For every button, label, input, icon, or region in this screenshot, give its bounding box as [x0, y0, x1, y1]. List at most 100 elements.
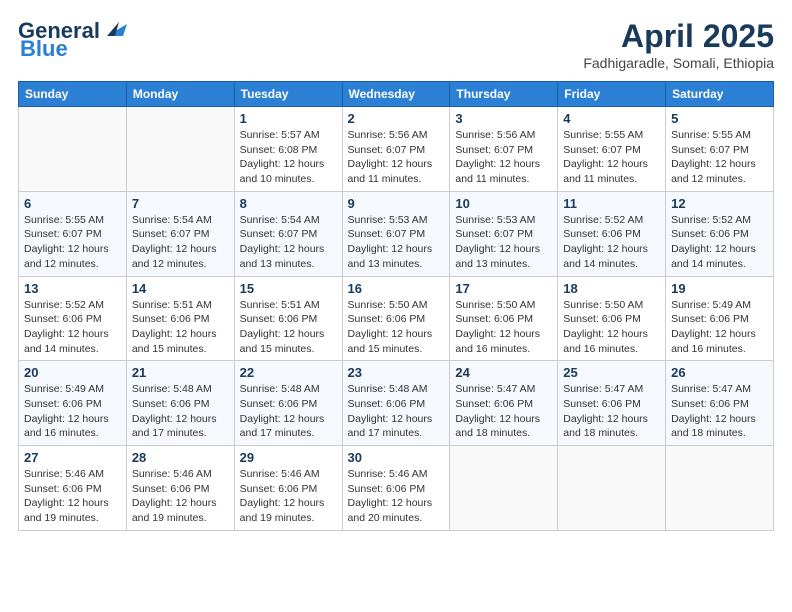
day-info: Sunrise: 5:48 AM Sunset: 6:06 PM Dayligh… [240, 382, 337, 441]
day-number: 16 [348, 281, 445, 296]
calendar-cell: 30 Sunrise: 5:46 AM Sunset: 6:06 PM Dayli… [342, 446, 450, 531]
day-info: Sunrise: 5:50 AM Sunset: 6:06 PM Dayligh… [563, 298, 660, 357]
calendar-cell: 20 Sunrise: 5:49 AM Sunset: 6:06 PM Dayli… [19, 361, 127, 446]
calendar-cell [558, 446, 666, 531]
calendar-cell: 13 Sunrise: 5:52 AM Sunset: 6:06 PM Dayli… [19, 276, 127, 361]
calendar-week-1: 1 Sunrise: 5:57 AM Sunset: 6:08 PM Daylig… [19, 107, 774, 192]
calendar-cell: 12 Sunrise: 5:52 AM Sunset: 6:06 PM Dayli… [666, 191, 774, 276]
calendar-cell: 22 Sunrise: 5:48 AM Sunset: 6:06 PM Dayli… [234, 361, 342, 446]
calendar-cell [450, 446, 558, 531]
calendar-cell: 15 Sunrise: 5:51 AM Sunset: 6:06 PM Dayli… [234, 276, 342, 361]
calendar-cell: 10 Sunrise: 5:53 AM Sunset: 6:07 PM Dayli… [450, 191, 558, 276]
day-info: Sunrise: 5:51 AM Sunset: 6:06 PM Dayligh… [132, 298, 229, 357]
calendar-cell: 11 Sunrise: 5:52 AM Sunset: 6:06 PM Dayli… [558, 191, 666, 276]
day-number: 30 [348, 450, 445, 465]
calendar-cell: 17Sunrise: 5:50 AM Sunset: 6:06 PM Dayli… [450, 276, 558, 361]
day-number: 9 [348, 196, 445, 211]
calendar-cell [666, 446, 774, 531]
calendar-cell: 1 Sunrise: 5:57 AM Sunset: 6:08 PM Daylig… [234, 107, 342, 192]
calendar-cell: 9 Sunrise: 5:53 AM Sunset: 6:07 PM Daylig… [342, 191, 450, 276]
day-number: 10 [455, 196, 552, 211]
day-info: Sunrise: 5:50 AM Sunset: 6:06 PM Dayligh… [455, 298, 552, 357]
day-info: Sunrise: 5:52 AM Sunset: 6:06 PM Dayligh… [24, 298, 121, 357]
day-number: 7 [132, 196, 229, 211]
day-info: Sunrise: 5:46 AM Sunset: 6:06 PM Dayligh… [132, 467, 229, 526]
day-info: Sunrise: 5:57 AM Sunset: 6:08 PM Dayligh… [240, 128, 337, 187]
calendar-cell: 28 Sunrise: 5:46 AM Sunset: 6:06 PM Dayli… [126, 446, 234, 531]
calendar-cell: 2 Sunrise: 5:56 AM Sunset: 6:07 PM Daylig… [342, 107, 450, 192]
calendar-cell: 27Sunrise: 5:46 AM Sunset: 6:06 PM Dayli… [19, 446, 127, 531]
day-info: Sunrise: 5:56 AM Sunset: 6:07 PM Dayligh… [455, 128, 552, 187]
day-number: 2 [348, 111, 445, 126]
day-info: Sunrise: 5:50 AM Sunset: 6:06 PM Dayligh… [348, 298, 445, 357]
day-info: Sunrise: 5:56 AM Sunset: 6:07 PM Dayligh… [348, 128, 445, 187]
day-number: 1 [240, 111, 337, 126]
calendar-cell: 4Sunrise: 5:55 AM Sunset: 6:07 PM Daylig… [558, 107, 666, 192]
day-header-saturday: Saturday [666, 82, 774, 107]
day-number: 11 [563, 196, 660, 211]
calendar-cell: 3Sunrise: 5:56 AM Sunset: 6:07 PM Daylig… [450, 107, 558, 192]
day-info: Sunrise: 5:49 AM Sunset: 6:06 PM Dayligh… [671, 298, 768, 357]
logo-icon [101, 18, 129, 40]
calendar-cell [126, 107, 234, 192]
day-number: 26 [671, 365, 768, 380]
day-info: Sunrise: 5:54 AM Sunset: 6:07 PM Dayligh… [132, 213, 229, 272]
day-info: Sunrise: 5:55 AM Sunset: 6:07 PM Dayligh… [24, 213, 121, 272]
calendar-cell: 18 Sunrise: 5:50 AM Sunset: 6:06 PM Dayli… [558, 276, 666, 361]
day-header-wednesday: Wednesday [342, 82, 450, 107]
day-info: Sunrise: 5:48 AM Sunset: 6:06 PM Dayligh… [348, 382, 445, 441]
day-info: Sunrise: 5:47 AM Sunset: 6:06 PM Dayligh… [563, 382, 660, 441]
title-block: April 2025 Fadhigaradle, Somali, Ethiopi… [583, 18, 774, 71]
calendar-header-row: SundayMondayTuesdayWednesdayThursdayFrid… [19, 82, 774, 107]
page: General Blue April 2025 Fadhigaradle, So… [0, 0, 792, 612]
day-number: 12 [671, 196, 768, 211]
calendar-cell: 19 Sunrise: 5:49 AM Sunset: 6:06 PM Dayli… [666, 276, 774, 361]
day-info: Sunrise: 5:53 AM Sunset: 6:07 PM Dayligh… [348, 213, 445, 272]
day-header-sunday: Sunday [19, 82, 127, 107]
day-number: 14 [132, 281, 229, 296]
day-number: 20 [24, 365, 121, 380]
day-number: 28 [132, 450, 229, 465]
day-info: Sunrise: 5:49 AM Sunset: 6:06 PM Dayligh… [24, 382, 121, 441]
day-header-friday: Friday [558, 82, 666, 107]
calendar-week-5: 27Sunrise: 5:46 AM Sunset: 6:06 PM Dayli… [19, 446, 774, 531]
day-number: 13 [24, 281, 121, 296]
logo-blue: Blue [20, 36, 68, 62]
calendar-cell: 16 Sunrise: 5:50 AM Sunset: 6:06 PM Dayli… [342, 276, 450, 361]
header: General Blue April 2025 Fadhigaradle, So… [18, 18, 774, 71]
logo: General Blue [18, 18, 129, 62]
day-number: 18 [563, 281, 660, 296]
day-number: 15 [240, 281, 337, 296]
day-number: 5 [671, 111, 768, 126]
day-number: 29 [240, 450, 337, 465]
day-info: Sunrise: 5:46 AM Sunset: 6:06 PM Dayligh… [240, 467, 337, 526]
calendar-cell: 25Sunrise: 5:47 AM Sunset: 6:06 PM Dayli… [558, 361, 666, 446]
day-number: 4 [563, 111, 660, 126]
calendar-cell: 26 Sunrise: 5:47 AM Sunset: 6:06 PM Dayli… [666, 361, 774, 446]
day-info: Sunrise: 5:51 AM Sunset: 6:06 PM Dayligh… [240, 298, 337, 357]
day-number: 6 [24, 196, 121, 211]
calendar-cell: 23 Sunrise: 5:48 AM Sunset: 6:06 PM Dayli… [342, 361, 450, 446]
calendar-cell: 14 Sunrise: 5:51 AM Sunset: 6:06 PM Dayli… [126, 276, 234, 361]
day-info: Sunrise: 5:55 AM Sunset: 6:07 PM Dayligh… [671, 128, 768, 187]
calendar-cell: 7 Sunrise: 5:54 AM Sunset: 6:07 PM Daylig… [126, 191, 234, 276]
day-header-tuesday: Tuesday [234, 82, 342, 107]
day-number: 19 [671, 281, 768, 296]
day-info: Sunrise: 5:54 AM Sunset: 6:07 PM Dayligh… [240, 213, 337, 272]
day-number: 22 [240, 365, 337, 380]
day-info: Sunrise: 5:52 AM Sunset: 6:06 PM Dayligh… [563, 213, 660, 272]
day-info: Sunrise: 5:47 AM Sunset: 6:06 PM Dayligh… [455, 382, 552, 441]
calendar-table: SundayMondayTuesdayWednesdayThursdayFrid… [18, 81, 774, 531]
calendar-cell: 8 Sunrise: 5:54 AM Sunset: 6:07 PM Daylig… [234, 191, 342, 276]
calendar-cell: 5 Sunrise: 5:55 AM Sunset: 6:07 PM Daylig… [666, 107, 774, 192]
day-number: 23 [348, 365, 445, 380]
day-number: 8 [240, 196, 337, 211]
day-info: Sunrise: 5:53 AM Sunset: 6:07 PM Dayligh… [455, 213, 552, 272]
page-subtitle: Fadhigaradle, Somali, Ethiopia [583, 55, 774, 71]
calendar-cell [19, 107, 127, 192]
calendar-cell: 29 Sunrise: 5:46 AM Sunset: 6:06 PM Dayli… [234, 446, 342, 531]
day-info: Sunrise: 5:46 AM Sunset: 6:06 PM Dayligh… [348, 467, 445, 526]
day-info: Sunrise: 5:52 AM Sunset: 6:06 PM Dayligh… [671, 213, 768, 272]
day-header-monday: Monday [126, 82, 234, 107]
day-info: Sunrise: 5:47 AM Sunset: 6:06 PM Dayligh… [671, 382, 768, 441]
